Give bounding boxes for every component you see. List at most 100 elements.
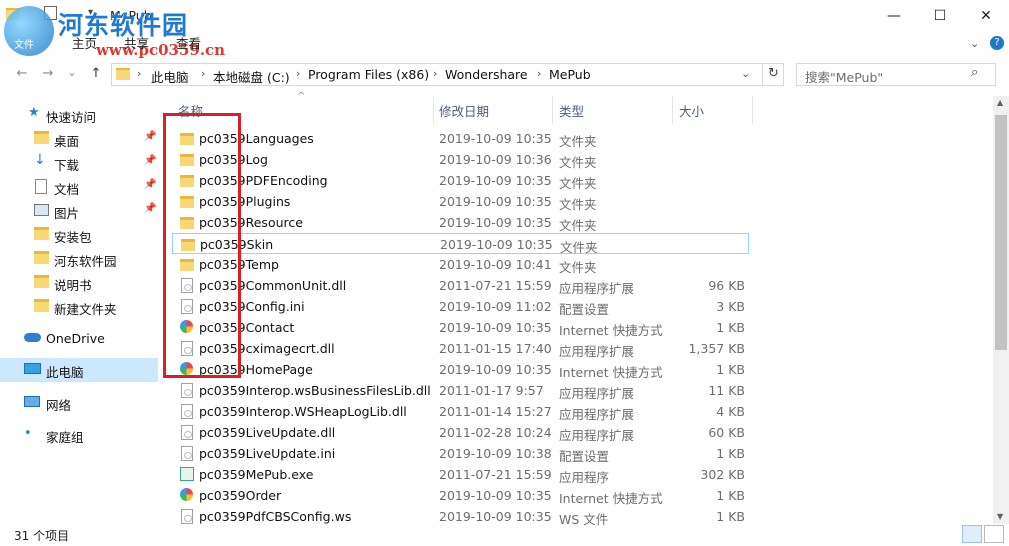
file-icon xyxy=(181,446,193,461)
cloud-icon xyxy=(24,333,41,342)
address-history-button[interactable]: ⌄ xyxy=(741,67,750,80)
file-row[interactable]: pc0359Temp 2019-10-09 10:41 文件夹 xyxy=(172,254,749,275)
breadcrumb-this-pc[interactable]: 此电脑 xyxy=(151,67,189,86)
sidebar-item-network[interactable]: 网络 xyxy=(0,391,158,415)
large-icons-view-button[interactable] xyxy=(984,525,1004,543)
internet-shortcut-icon xyxy=(180,488,193,501)
back-button[interactable]: ← xyxy=(12,66,32,84)
column-divider[interactable] xyxy=(433,96,434,124)
file-row[interactable]: pc0359Interop.WSHeapLogLib.dll 2011-01-14… xyxy=(172,401,749,422)
file-type: 应用程序扩展 xyxy=(559,407,635,422)
pin-icon[interactable]: 📌 xyxy=(144,155,156,166)
maximize-button[interactable]: ☐ xyxy=(917,0,963,32)
folder-icon xyxy=(34,131,49,144)
sidebar-item-homegroup[interactable]: • 家庭组 xyxy=(0,423,158,447)
breadcrumb-separator-icon[interactable]: › xyxy=(296,67,300,80)
recent-locations-button[interactable]: ⌄ xyxy=(62,66,82,84)
sidebar-item-quick-access[interactable]: ★ 快速访问 xyxy=(0,103,158,127)
pin-icon[interactable]: 📌 xyxy=(144,131,156,142)
file-date: 2019-10-09 10:35 xyxy=(439,509,552,524)
file-row[interactable]: pc0359Config.ini 2019-10-09 11:02 配置设置 3 KB xyxy=(172,296,749,317)
sidebar-item-new-folder[interactable]: 新建文件夹 xyxy=(0,295,158,319)
forward-button[interactable]: → xyxy=(38,66,58,84)
tab-view[interactable]: 查看 xyxy=(176,33,201,53)
sidebar-item-desktop[interactable]: 桌面 📌 xyxy=(0,127,158,151)
sidebar-item-manual[interactable]: 说明书 xyxy=(0,271,158,295)
column-header-type[interactable]: 类型 xyxy=(559,101,584,120)
column-divider[interactable] xyxy=(552,96,553,124)
sidebar-item-label: OneDrive xyxy=(46,331,105,346)
highlight-box xyxy=(163,113,241,378)
breadcrumb-local-disk[interactable]: 本地磁盘 (C:) xyxy=(213,67,290,86)
file-type: Internet 快捷方式 xyxy=(559,491,663,506)
file-size: 60 KB xyxy=(708,425,745,440)
breadcrumb-program-files[interactable]: Program Files (x86) xyxy=(308,67,429,82)
file-row[interactable]: pc0359LiveUpdate.dll 2011-02-28 10:24 应用程序… xyxy=(172,422,749,443)
tab-home[interactable]: 主页 xyxy=(72,33,97,53)
file-row[interactable]: pc0359Plugins 2019-10-09 10:35 文件夹 xyxy=(172,191,749,212)
sidebar-item-onedrive[interactable]: OneDrive xyxy=(0,327,158,351)
breadcrumb-separator-icon[interactable]: › xyxy=(137,67,141,80)
file-type: 文件夹 xyxy=(559,155,597,170)
sidebar-item-this-pc[interactable]: 此电脑 xyxy=(0,358,158,382)
file-row[interactable]: pc0359Log 2019-10-09 10:36 文件夹 xyxy=(172,149,749,170)
sidebar-item-installers[interactable]: 安装包 xyxy=(0,223,158,247)
column-header-date[interactable]: 修改日期 xyxy=(439,101,489,120)
sidebar-item-hedong[interactable]: 河东软件园 xyxy=(0,247,158,271)
column-divider[interactable] xyxy=(672,96,673,124)
search-icon[interactable]: ⌕ xyxy=(971,65,978,80)
file-row[interactable]: pc0359MePub.exe 2011-07-21 15:59 应用程序 302 K… xyxy=(172,464,749,485)
sidebar-item-label: 文档 xyxy=(54,182,80,197)
file-row[interactable]: pc0359Contact 2019-10-09 10:35 Internet 快捷… xyxy=(172,317,749,338)
file-row[interactable]: pc0359Interop.wsBusinessFilesLib.dll 2011… xyxy=(172,380,749,401)
pin-icon[interactable]: 📌 xyxy=(144,179,156,190)
breadcrumb-separator-icon[interactable]: › xyxy=(537,67,541,80)
close-button[interactable]: ✕ xyxy=(963,0,1009,32)
tab-share[interactable]: 共享 xyxy=(124,33,149,53)
file-row[interactable]: pc0359Skin 2019-10-09 10:35 文件夹 xyxy=(172,233,749,255)
scroll-up-icon[interactable]: ▲ xyxy=(997,98,1003,107)
scroll-down-icon[interactable]: ▼ xyxy=(997,512,1003,521)
details-view-button[interactable] xyxy=(962,525,982,543)
file-row[interactable]: pc0359cximagecrt.dll 2011-01-15 17:40 应用程序… xyxy=(172,338,749,359)
file-row[interactable]: pc0359Order 2019-10-09 10:35 Internet 快捷方式… xyxy=(172,485,749,506)
breadcrumb-separator-icon[interactable]: › xyxy=(201,67,205,80)
file-date: 2011-02-28 10:24 xyxy=(439,425,552,440)
breadcrumb-mepub[interactable]: MePub xyxy=(549,67,591,82)
file-size: 302 KB xyxy=(700,467,745,482)
file-row[interactable]: pc0359Resource 2019-10-09 10:35 文件夹 xyxy=(172,212,749,233)
file-row[interactable]: pc0359PdfCBSConfig.ws 2019-10-09 10:35 WS … xyxy=(172,506,749,527)
refresh-button[interactable]: ↻ xyxy=(762,63,784,86)
file-date: 2019-10-09 10:38 xyxy=(439,446,552,461)
file-icon xyxy=(181,509,193,524)
file-row[interactable]: pc0359Languages 2019-10-09 10:35 文件夹 xyxy=(172,128,749,149)
file-name: pc0359LiveUpdate.dll xyxy=(199,425,336,440)
column-header-size[interactable]: 大小 xyxy=(679,101,704,120)
file-date: 2019-10-09 10:41 xyxy=(439,257,552,272)
download-icon: ↓ xyxy=(34,152,46,168)
file-row[interactable]: pc0359LiveUpdate.ini 2019-10-09 10:38 配置设置… xyxy=(172,443,749,464)
file-row[interactable]: pc0359PDFEncoding 2019-10-09 10:35 文件夹 xyxy=(172,170,749,191)
file-type: 文件夹 xyxy=(559,260,597,275)
help-icon[interactable]: ? xyxy=(990,36,1004,50)
column-divider[interactable] xyxy=(752,96,753,124)
computer-icon xyxy=(24,363,41,374)
breadcrumb-separator-icon[interactable]: › xyxy=(433,67,437,80)
file-date: 2019-10-09 10:35 xyxy=(439,320,552,335)
sidebar-item-downloads[interactable]: ↓ 下载 📌 xyxy=(0,151,158,175)
file-name: pc0359Interop.wsBusinessFilesLib.dll xyxy=(199,383,431,398)
folder-icon xyxy=(34,227,49,240)
up-button[interactable]: ↑ xyxy=(86,66,106,84)
sidebar-item-label: 网络 xyxy=(46,398,72,413)
scrollbar-thumb[interactable] xyxy=(995,115,1007,350)
sidebar-item-pictures[interactable]: 图片 📌 xyxy=(0,199,158,223)
pin-icon[interactable]: 📌 xyxy=(144,203,156,214)
sidebar-item-documents[interactable]: 文档 📌 xyxy=(0,175,158,199)
ribbon-expand-icon[interactable]: ⌄ xyxy=(970,37,979,50)
file-type: 应用程序扩展 xyxy=(559,428,635,443)
file-row[interactable]: pc0359HomePage 2019-10-09 10:35 Internet 快… xyxy=(172,359,749,380)
file-row[interactable]: pc0359CommonUnit.dll 2011-07-21 15:59 应用程序… xyxy=(172,275,749,296)
minimize-button[interactable]: — xyxy=(871,0,917,32)
file-size: 96 KB xyxy=(708,278,745,293)
breadcrumb-wondershare[interactable]: Wondershare xyxy=(445,67,528,82)
